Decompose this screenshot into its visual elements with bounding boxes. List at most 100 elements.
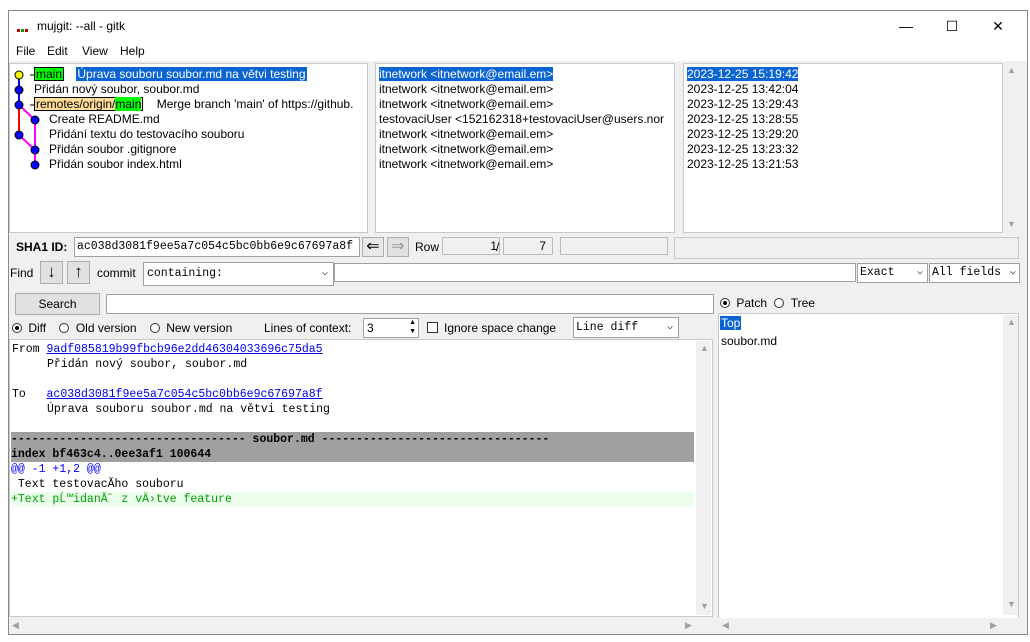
scroll-down-icon[interactable]: ▼ [1007,219,1016,229]
commit-row[interactable]: Přidán nový soubor, soubor.md [34,82,199,97]
find-down-button[interactable]: ↓ [40,261,63,284]
back-button[interactable]: ⇐ [362,237,384,257]
menu-help[interactable]: Help [120,44,145,58]
ignore-space-label[interactable]: Ignore space change [444,321,556,335]
menu-bar: File Edit View Help [9,41,1027,61]
commit-message: Přidání textu do testovacího souboru [49,127,245,141]
find-mode-select[interactable]: containing: ⌵ [143,262,334,286]
maximize-button[interactable]: ☐ [929,11,975,41]
arrow-down-icon: ↓ [47,262,56,281]
close-button[interactable]: ✕ [975,11,1021,41]
find-commit-label: commit [97,266,136,280]
file-item[interactable]: soubor.md [721,334,777,348]
forward-button[interactable]: ⇒ [387,237,409,257]
menu-view[interactable]: View [82,44,108,58]
old-version-radio[interactable] [59,323,70,333]
search-input[interactable] [106,294,714,314]
commit-row[interactable]: remotes/origin/main Merge branch 'main' … [34,97,353,112]
new-version-label[interactable]: New version [166,321,232,335]
branch-tag-main[interactable]: main [34,67,65,81]
find-up-button[interactable]: ↑ [67,261,90,284]
minimize-icon: — [899,18,913,34]
file-list-pane[interactable]: Top soubor.md [718,313,1019,633]
diff-hscrollbar[interactable]: ◀ ▶ [9,618,713,633]
commit-row[interactable]: Přidán soubor index.html [49,157,182,172]
author-cell: itnetwork <itnetwork@email.em> [379,127,554,141]
commit-graph-pane[interactable]: main Úprava souboru soubor.md na větvi t… [9,63,368,233]
diff-radio[interactable] [12,323,22,333]
file-list-scrollbar[interactable]: ▲ ▼ [1003,315,1018,615]
menu-file[interactable]: File [16,44,35,58]
diff-index-line: index bf463c4..0ee3af1 100644 [11,447,694,462]
scroll-down-icon[interactable]: ▼ [1007,599,1016,609]
diff-context-line: Text testovacĂ­ho souboru [11,478,184,491]
scroll-left-icon[interactable]: ◀ [722,620,729,631]
minimize-button[interactable]: — [883,11,929,41]
tree-radio[interactable] [774,298,785,308]
sha1-field[interactable]: ac038d3081f9ee5a7c054c5bc0bb6e9c67697a8f [74,237,360,257]
search-button[interactable]: Search [15,293,100,315]
commit-row[interactable]: Přidání textu do testovacího souboru [49,127,244,142]
to-label: To [12,388,26,401]
author-cell: itnetwork <itnetwork@email.em> [379,97,554,111]
date-cell: 2023-12-25 13:21:53 [687,157,799,171]
row-total-field: 7 [503,237,553,255]
commit-list-scrollbar[interactable]: ▲ ▼ [1004,63,1018,233]
title-bar: mujgit: --all - gitk — ☐ ✕ [9,11,1027,41]
date-pane[interactable]: 2023-12-25 15:19:42 2023-12-25 13:42:04 … [683,63,1003,233]
tree-label[interactable]: Tree [791,296,815,310]
author-pane[interactable]: itnetwork <itnetwork@email.em> itnetwork… [375,63,675,233]
diff-pane[interactable]: From 9adf085819b99fbcb96e2dd46304033696c… [9,339,713,617]
branch-tag-remote[interactable]: remotes/origin/main [34,97,144,111]
patch-label[interactable]: Patch [736,296,767,310]
lines-of-context-label: Lines of context: [264,321,352,335]
author-cell: itnetwork <itnetwork@email.em> [379,142,554,156]
diff-label[interactable]: Diff [28,321,46,335]
commit-message: Přidán soubor index.html [49,157,182,171]
patch-radio[interactable] [720,298,730,308]
diff-scrollbar[interactable]: ▲ ▼ [696,341,711,615]
scroll-down-icon[interactable]: ▼ [700,601,709,611]
chevron-down-icon: ⌵ [1009,267,1016,278]
ignore-space-checkbox[interactable] [427,322,438,333]
diff-file-header: ---------------------------------- soubo… [11,432,694,447]
find-fields-select[interactable]: All fields ⌵ [929,263,1020,283]
arrow-up-icon: ↑ [74,262,83,281]
diff-from-message: Přidán nový soubor, soubor.md [47,358,248,371]
file-item-top[interactable]: Top [720,316,742,330]
scroll-left-icon[interactable]: ◀ [12,620,19,631]
commit-row[interactable]: main Úprava souboru soubor.md na větvi t… [34,67,307,82]
scroll-right-icon[interactable]: ▶ [990,620,997,631]
diff-mode-select[interactable]: Line diff ⌵ [573,317,679,338]
new-version-radio[interactable] [149,323,160,333]
date-cell: 2023-12-25 13:29:43 [687,97,799,111]
file-hscrollbar[interactable]: ◀ ▶ [718,618,1019,633]
author-cell: itnetwork <itnetwork@email.em> [379,67,554,81]
commit-row[interactable]: Create README.md [49,112,160,127]
to-sha-link[interactable]: ac038d3081f9ee5a7c054c5bc0bb6e9c67697a8f [47,388,323,401]
find-match-value: Exact [860,266,895,279]
scroll-up-icon[interactable]: ▲ [1007,65,1016,75]
chevron-down-icon: ⌵ [916,267,923,278]
author-cell: itnetwork <itnetwork@email.em> [379,157,554,171]
lines-of-context-spinner[interactable]: 3 ▲ ▼ [363,318,419,338]
old-version-label[interactable]: Old version [76,321,137,335]
scroll-up-icon[interactable]: ▲ [700,343,709,353]
commit-message: Úprava souboru soubor.md na větvi testin… [76,67,307,81]
scroll-right-icon[interactable]: ▶ [685,620,692,631]
lines-of-context-value: 3 [367,321,374,335]
spinner-arrows-icon[interactable]: ▲ ▼ [409,318,416,336]
commit-row[interactable]: Přidán soubor .gitignore [49,142,176,157]
from-label: From [12,343,40,356]
patch-tree-toggle: Patch Tree [720,296,815,310]
scroll-up-icon[interactable]: ▲ [1007,317,1016,327]
date-cell: 2023-12-25 15:19:42 [687,67,799,81]
find-match-select[interactable]: Exact ⌵ [857,263,928,283]
status-area [674,237,1019,259]
progress-field [560,237,668,255]
from-sha-link[interactable]: 9adf085819b99fbcb96e2dd46304033696c75da5 [47,343,323,356]
find-input[interactable] [334,263,856,282]
window-title: mujgit: --all - gitk [37,19,126,33]
menu-edit[interactable]: Edit [47,44,68,58]
diff-to-line: To ac038d3081f9ee5a7c054c5bc0bb6e9c67697… [12,387,695,402]
